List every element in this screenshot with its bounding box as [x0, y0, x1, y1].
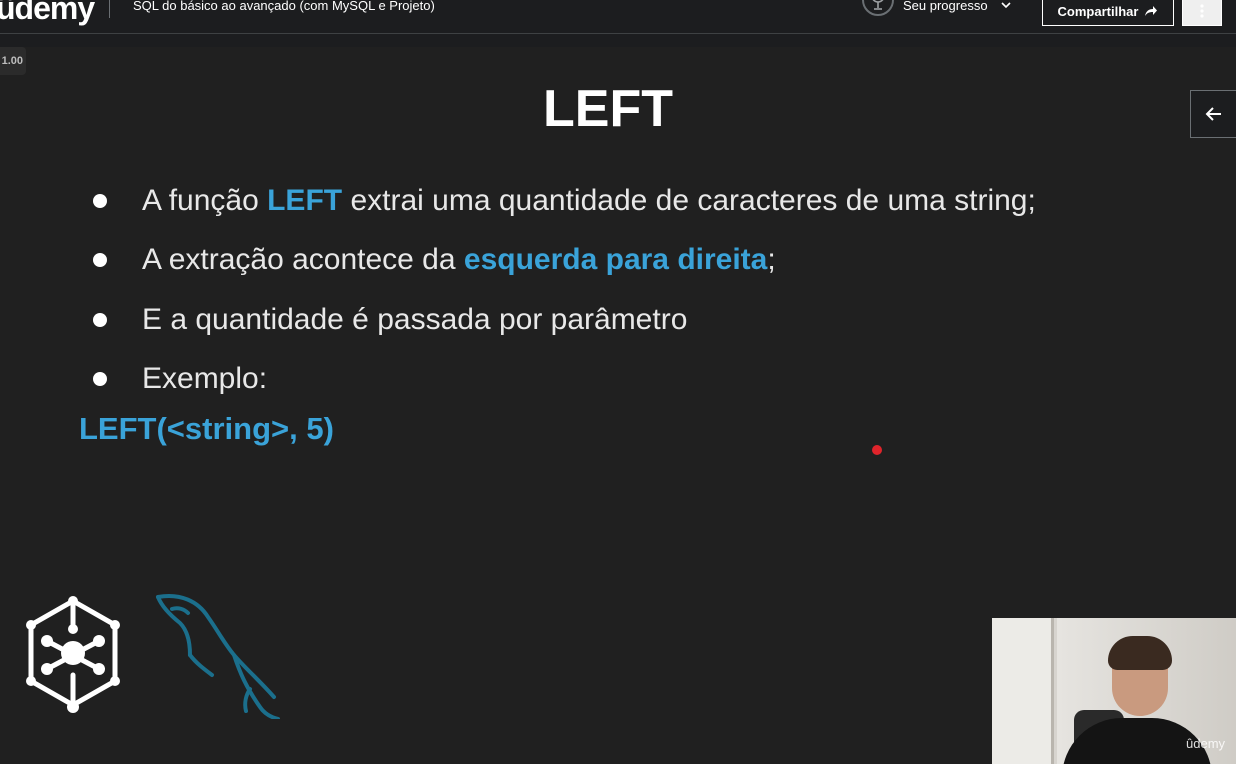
bullet-dot — [93, 312, 107, 327]
bullet-item: E a quantidade é passada por parâmetro — [92, 290, 1036, 350]
share-arrow-icon — [1145, 6, 1158, 16]
more-vertical-icon — [1200, 4, 1204, 18]
bullet-text: A função LEFT extrai uma quantidade de c… — [142, 183, 1036, 217]
trophy-icon — [862, 0, 894, 16]
bullet-item: Exemplo: — [92, 350, 1036, 410]
bullet-dot — [93, 193, 107, 208]
share-label: Compartilhar — [1057, 3, 1139, 19]
bullet-item: A função LEFT extrai uma quantidade de c… — [92, 171, 1036, 231]
slide-title: LEFT — [543, 80, 673, 138]
bullet-dot — [93, 372, 107, 387]
share-button[interactable]: Compartilhar — [1042, 0, 1174, 26]
example-code: LEFT(<string>, 5) — [79, 411, 334, 446]
bullet-text: A extração acontece da esquerda para dir… — [142, 243, 776, 277]
bullet-highlight: LEFT — [267, 183, 343, 217]
top-bar: ûdemy SQL do básico ao avançado (com MyS… — [0, 0, 1236, 34]
playback-speed[interactable]: 1.00 — [0, 47, 26, 75]
udemy-watermark: ûdemy — [1186, 736, 1226, 751]
chevron-down-icon — [1001, 2, 1011, 9]
bullet-dot — [93, 253, 107, 268]
bullet-text: E a quantidade é passada por parâmetro — [142, 302, 688, 336]
udemy-logo[interactable]: ûdemy — [0, 0, 95, 27]
more-options-button[interactable] — [1182, 0, 1222, 26]
cube-network-logo — [26, 596, 120, 713]
bullet-item: A extração acontece da esquerda para dir… — [92, 231, 1036, 291]
course-title[interactable]: SQL do básico ao avançado (com MySQL e P… — [133, 0, 435, 13]
mysql-dolphin-logo — [156, 594, 280, 719]
header-divider — [109, 0, 110, 18]
bullet-text: Exemplo: — [142, 362, 268, 396]
bullet-highlight: esquerda para direita — [463, 243, 768, 277]
bullet-list: A função LEFT extrai uma quantidade de c… — [92, 171, 1036, 409]
video-player[interactable]: 1.00 LEFT A função LEFT extrai uma quant… — [0, 47, 1236, 764]
instructor-webcam: ûdemy — [992, 618, 1236, 764]
webcam-instructor-hair — [1108, 636, 1172, 670]
webcam-background-door — [992, 618, 1054, 764]
progress-dropdown[interactable]: Seu progresso — [860, 0, 1020, 22]
progress-label: Seu progresso — [903, 0, 988, 13]
laser-pointer-dot — [872, 445, 882, 455]
